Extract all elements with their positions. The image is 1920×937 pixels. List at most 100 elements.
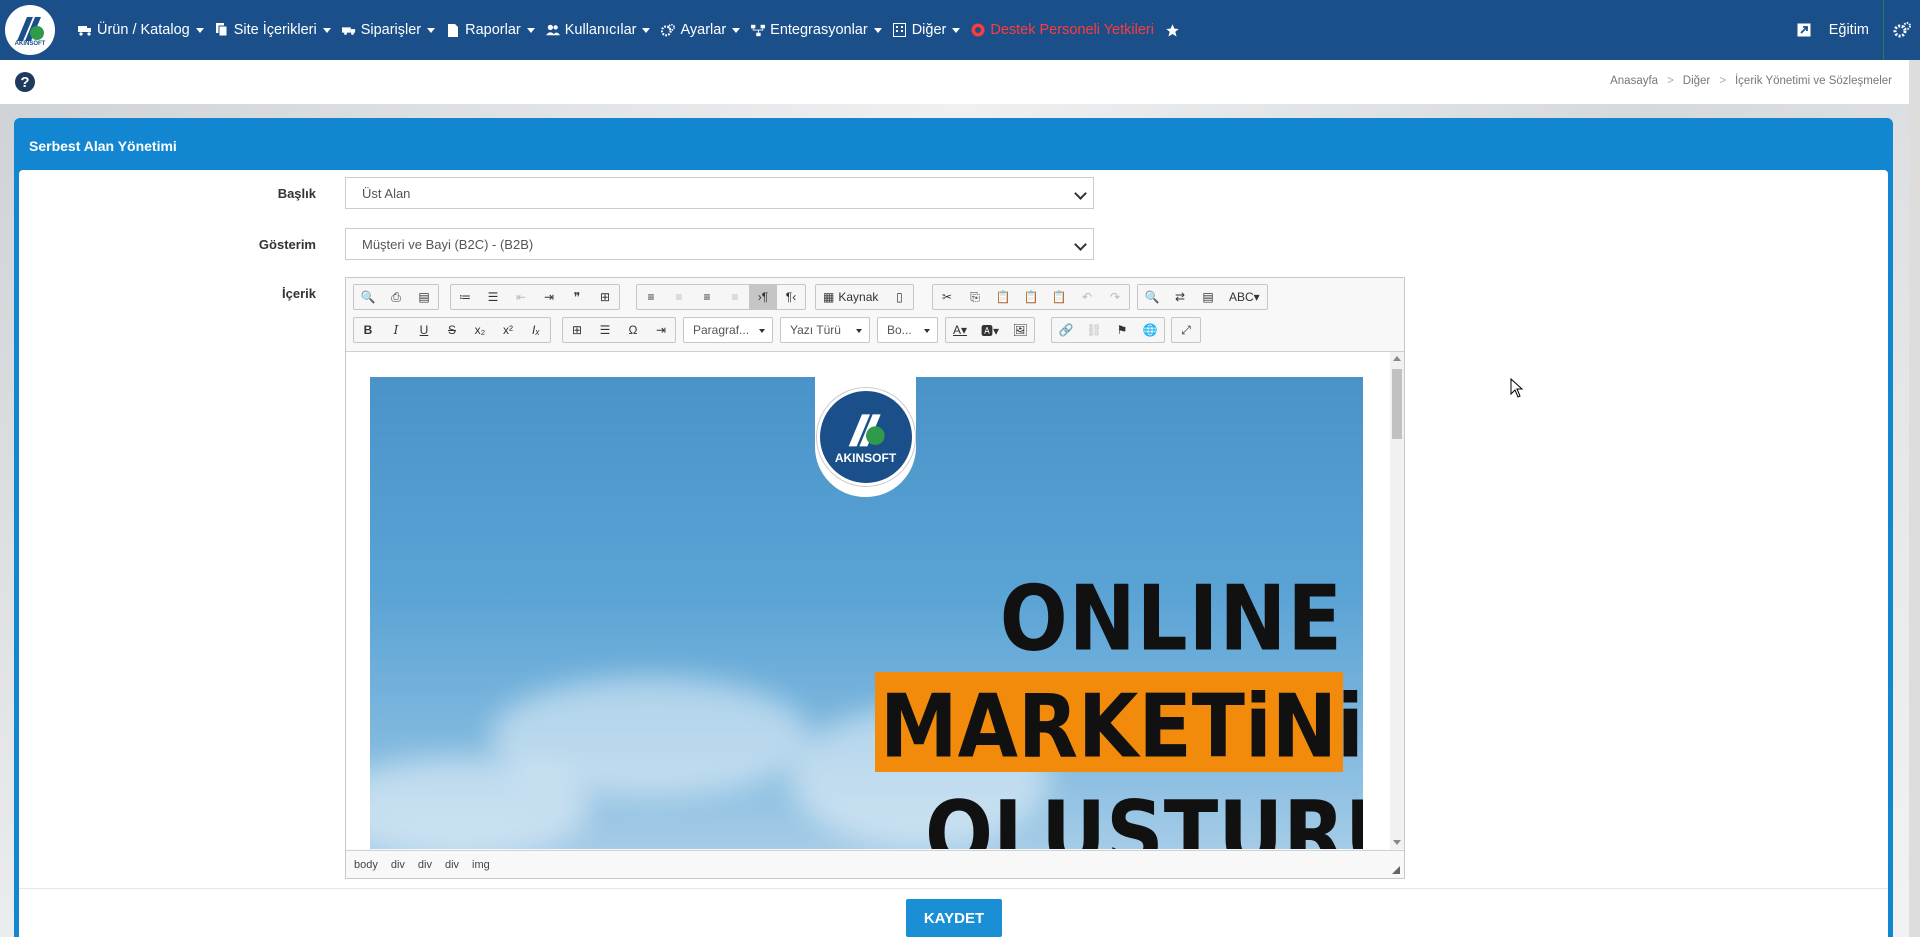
preview-icon[interactable]: 🔍 <box>354 285 382 309</box>
banner-logo: AKINSOFT <box>816 388 915 486</box>
menu-diger[interactable]: Diğer <box>893 22 961 38</box>
menu-label: Siparişler <box>360 22 422 38</box>
cut-icon[interactable]: ✂ <box>933 285 961 309</box>
shipping-icon <box>341 23 356 37</box>
ltr-icon[interactable]: ›¶ <box>749 285 777 309</box>
egitim-link[interactable]: Eğitim <box>1829 22 1869 38</box>
subscript-icon[interactable]: x₂ <box>466 318 494 342</box>
table-icon[interactable]: ⊞ <box>563 318 591 342</box>
align-justify-icon[interactable]: ≡ <box>721 285 749 309</box>
numbered-list-icon[interactable]: ≔ <box>451 285 479 309</box>
source-button[interactable]: ▦ Kaynak <box>816 285 885 309</box>
size-combo-value: Bo... <box>887 323 912 337</box>
menu-label: Destek Personeli Yetkileri <box>990 22 1154 38</box>
favorites-star-icon[interactable] <box>1165 23 1180 38</box>
maximize-icon[interactable]: ⤢ <box>1172 318 1200 342</box>
path-item[interactable]: div <box>391 859 405 871</box>
main-menu: Ürün / Katalog Site İçerikleri Siparişle… <box>78 0 1191 60</box>
select-all-icon[interactable]: ▤ <box>1194 285 1222 309</box>
underline-icon[interactable]: U <box>410 318 438 342</box>
undo-icon[interactable]: ↶ <box>1073 285 1101 309</box>
replace-icon[interactable]: ⇄ <box>1166 285 1194 309</box>
scroll-up-arrow-icon[interactable] <box>1393 356 1401 361</box>
italic-icon[interactable]: I <box>382 318 410 342</box>
outdent-icon[interactable]: ⇤ <box>507 285 535 309</box>
background-color-icon[interactable]: 🅰▾ <box>974 318 1006 342</box>
baslik-select[interactable]: Üst Alan <box>345 177 1094 209</box>
indent-icon[interactable]: ⇥ <box>535 285 563 309</box>
div-container-icon[interactable]: ⊞ <box>591 285 619 309</box>
akinsoft-logo[interactable]: AKINSOFT <box>5 5 55 55</box>
cogs-icon <box>661 23 676 37</box>
print-icon[interactable]: ⎙ <box>382 285 410 309</box>
page-scrollbar[interactable] <box>1909 60 1920 937</box>
menu-label: Raporlar <box>465 22 521 38</box>
path-item[interactable]: body <box>354 859 378 871</box>
copy-icon[interactable]: ⎘ <box>961 285 989 309</box>
text-color-icon[interactable]: A▾ <box>946 318 974 342</box>
editor-content-area[interactable]: AKINSOFT ONLINE MARKETiNiZi OLUŞTURUN <box>346 352 1404 849</box>
resize-handle-icon[interactable] <box>1392 866 1400 874</box>
image-icon[interactable]: 🖼 <box>1006 318 1034 342</box>
unlink-icon[interactable]: ⛓ <box>1080 318 1108 342</box>
anchor-flag-icon[interactable]: ⚑ <box>1108 318 1136 342</box>
caret-down-icon <box>952 27 961 33</box>
help-icon[interactable]: ? <box>15 72 35 92</box>
settings-cogs-icon[interactable] <box>1883 0 1920 60</box>
bulleted-list-icon[interactable]: ☰ <box>479 285 507 309</box>
redo-icon[interactable]: ↷ <box>1101 285 1129 309</box>
menu-site-icerikleri[interactable]: Site İçerikleri <box>215 22 331 38</box>
paste-text-icon[interactable]: 📋 <box>1017 285 1045 309</box>
breadcrumb-separator: > <box>1719 75 1726 87</box>
find-icon[interactable]: 🔍 <box>1138 285 1166 309</box>
breadcrumb-diger[interactable]: Diğer <box>1683 75 1710 87</box>
breadcrumb-home[interactable]: Anasayfa <box>1610 75 1658 87</box>
path-item[interactable]: div <box>445 859 459 871</box>
editor-scrollbar[interactable] <box>1390 352 1404 849</box>
remove-format-icon[interactable]: Iₓ <box>522 318 550 342</box>
page-break-icon[interactable]: ⇥ <box>647 318 675 342</box>
menu-kullanicilar[interactable]: Kullanıcılar <box>545 22 651 38</box>
strikethrough-icon[interactable]: S <box>438 318 466 342</box>
menu-ayarlar[interactable]: Ayarlar <box>661 22 741 38</box>
gosterim-select[interactable]: Müşteri ve Bayi (B2C) - (B2B) <box>345 228 1094 260</box>
align-center-icon[interactable]: ≡ <box>665 285 693 309</box>
menu-raporlar[interactable]: Raporlar <box>446 22 535 38</box>
menu-entegrasyonlar[interactable]: Entegrasyonlar <box>751 22 882 38</box>
path-item[interactable]: div <box>418 859 432 871</box>
banner-image[interactable]: AKINSOFT ONLINE MARKETiNiZi OLUŞTURUN <box>370 377 1363 849</box>
link-icon[interactable]: 🔗 <box>1052 318 1080 342</box>
special-char-icon[interactable]: Ω <box>619 318 647 342</box>
globe-icon[interactable]: 🌐 <box>1136 318 1164 342</box>
align-left-icon[interactable]: ≡ <box>637 285 665 309</box>
menu-siparisler[interactable]: Siparişler <box>341 22 436 38</box>
nav-right: Eğitim <box>1797 0 1920 60</box>
horizontal-line-icon[interactable]: ☰ <box>591 318 619 342</box>
path-item[interactable]: img <box>472 859 490 871</box>
align-right-icon[interactable]: ≡ <box>693 285 721 309</box>
menu-urun-katalog[interactable]: Ürün / Katalog <box>78 22 204 38</box>
caret-down-icon <box>856 329 862 333</box>
top-navbar: AKINSOFT Ürün / Katalog Site İçerikleri … <box>0 0 1920 60</box>
external-link-icon[interactable] <box>1797 23 1811 37</box>
support-icon <box>971 23 985 37</box>
file-icon <box>446 23 460 37</box>
save-button[interactable]: KAYDET <box>906 899 1002 937</box>
font-combo[interactable]: Yazı Türü <box>780 317 870 343</box>
paste-icon[interactable]: 📋 <box>989 285 1017 309</box>
scroll-thumb[interactable] <box>1392 369 1402 439</box>
mobile-preview-icon[interactable]: ▯ <box>885 285 913 309</box>
rtl-icon[interactable]: ¶‹ <box>777 285 805 309</box>
superscript-icon[interactable]: x² <box>494 318 522 342</box>
templates-icon[interactable]: ▤ <box>410 285 438 309</box>
size-combo[interactable]: Bo... <box>877 317 938 343</box>
blockquote-icon[interactable]: ❞ <box>563 285 591 309</box>
banner-headline-2: MARKETiNiZi <box>880 677 1363 778</box>
spellcheck-icon[interactable]: ABC▾ <box>1222 285 1267 309</box>
bold-icon[interactable]: B <box>354 318 382 342</box>
toolbar-group-links: 🔗 ⛓ ⚑ 🌐 <box>1051 317 1165 343</box>
paste-word-icon[interactable]: 📋 <box>1045 285 1073 309</box>
menu-destek-personeli-yetkileri[interactable]: Destek Personeli Yetkileri <box>971 22 1154 38</box>
scroll-down-arrow-icon[interactable] <box>1393 840 1401 845</box>
format-combo[interactable]: Paragraf... <box>683 317 773 343</box>
